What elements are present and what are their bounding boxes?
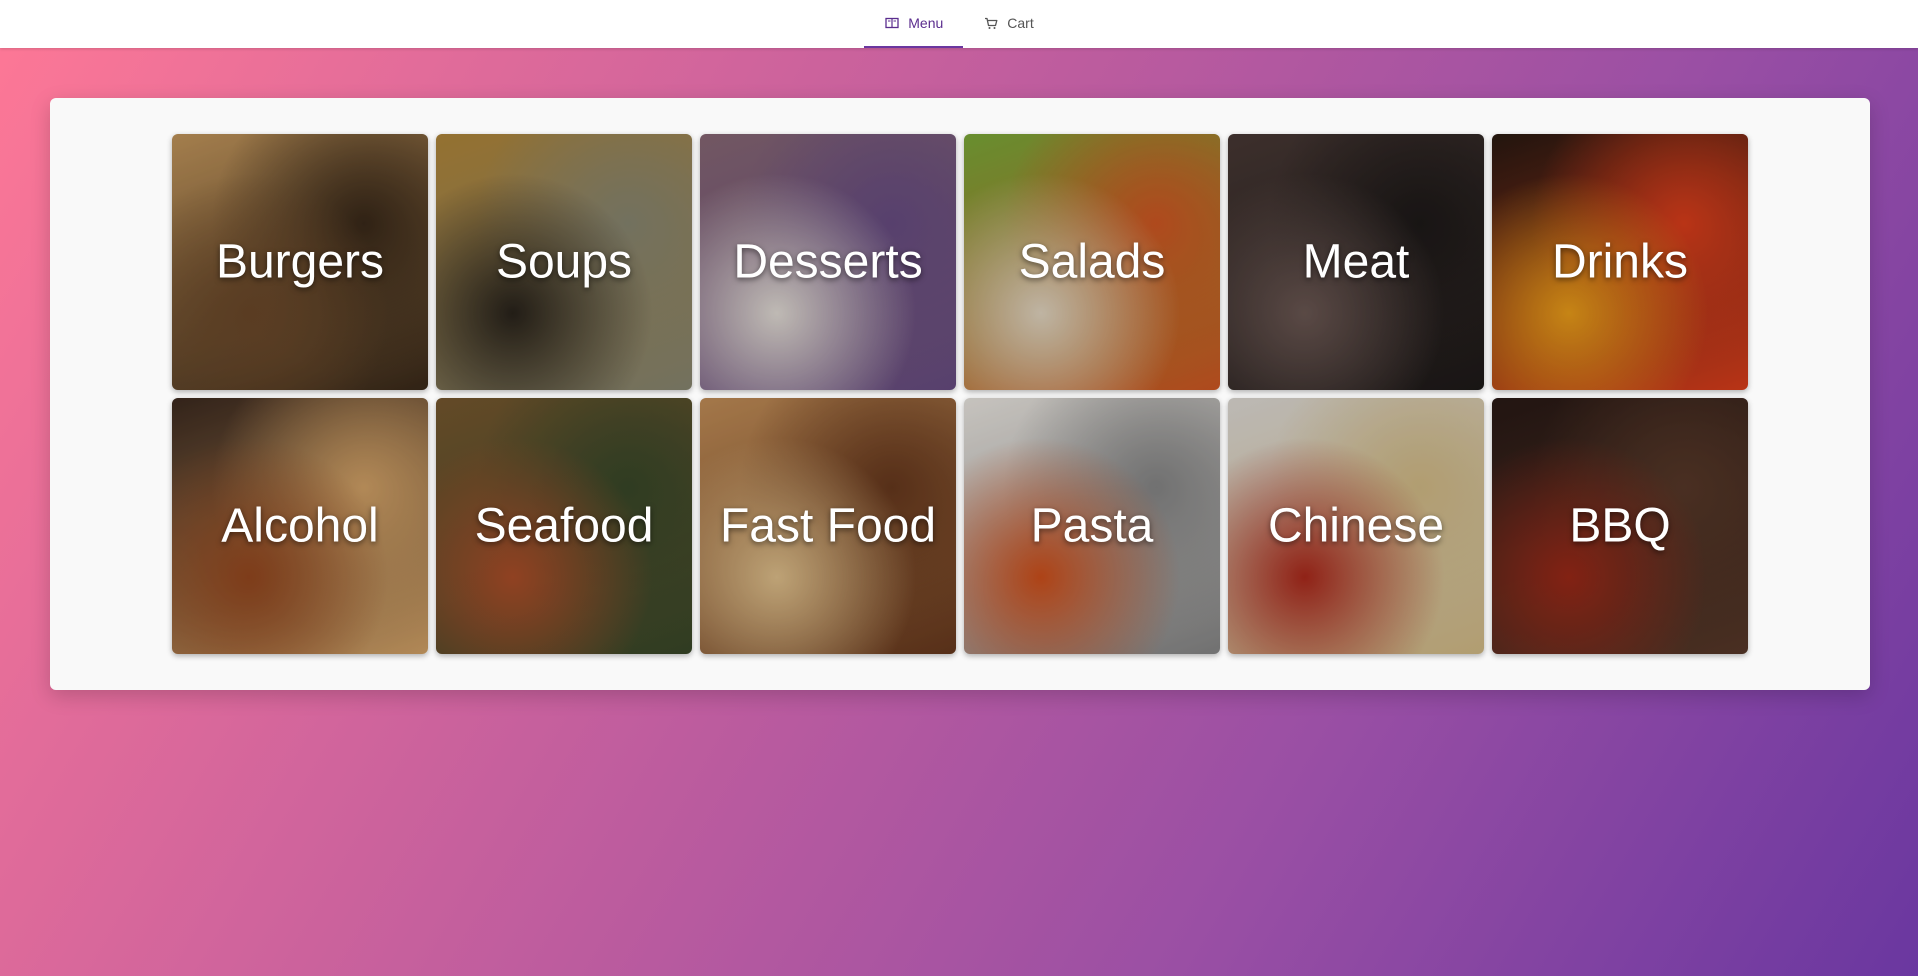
tab-menu[interactable]: Menu bbox=[864, 0, 964, 48]
category-grid: Burgers Soups Desserts Salads Meat Drink… bbox=[172, 134, 1748, 654]
category-card-fast-food[interactable]: Fast Food bbox=[700, 398, 956, 654]
category-label: Desserts bbox=[733, 235, 923, 289]
category-card-soups[interactable]: Soups bbox=[436, 134, 692, 390]
category-label: Salads bbox=[1018, 235, 1166, 289]
category-card-desserts[interactable]: Desserts bbox=[700, 134, 956, 390]
category-label: Chinese bbox=[1267, 499, 1445, 553]
category-card-meat[interactable]: Meat bbox=[1228, 134, 1484, 390]
category-label: Pasta bbox=[1030, 499, 1154, 553]
tab-cart-label: Cart bbox=[1007, 15, 1034, 31]
category-card-seafood[interactable]: Seafood bbox=[436, 398, 692, 654]
category-label: BBQ bbox=[1569, 499, 1671, 553]
category-card-drinks[interactable]: Drinks bbox=[1492, 134, 1748, 390]
category-card-alcohol[interactable]: Alcohol bbox=[172, 398, 428, 654]
category-label: Drinks bbox=[1551, 235, 1688, 289]
category-label: Soups bbox=[495, 235, 633, 289]
category-label: Alcohol bbox=[221, 499, 379, 553]
category-card-chinese[interactable]: Chinese bbox=[1228, 398, 1484, 654]
category-card-salads[interactable]: Salads bbox=[964, 134, 1220, 390]
top-navigation-bar: Menu Cart bbox=[0, 0, 1918, 48]
tab-menu-label: Menu bbox=[908, 15, 944, 31]
category-label: Seafood bbox=[474, 499, 654, 553]
menu-panel: Burgers Soups Desserts Salads Meat Drink… bbox=[50, 98, 1870, 690]
category-card-bbq[interactable]: BBQ bbox=[1492, 398, 1748, 654]
cart-icon bbox=[983, 15, 999, 31]
category-label: Fast Food bbox=[719, 499, 937, 553]
category-card-pasta[interactable]: Pasta bbox=[964, 398, 1220, 654]
category-label: Meat bbox=[1302, 235, 1410, 289]
nav-tabs: Menu Cart bbox=[864, 0, 1053, 48]
category-card-burgers[interactable]: Burgers bbox=[172, 134, 428, 390]
tab-cart[interactable]: Cart bbox=[963, 0, 1053, 48]
menu-book-icon bbox=[884, 15, 900, 31]
category-label: Burgers bbox=[215, 235, 385, 289]
